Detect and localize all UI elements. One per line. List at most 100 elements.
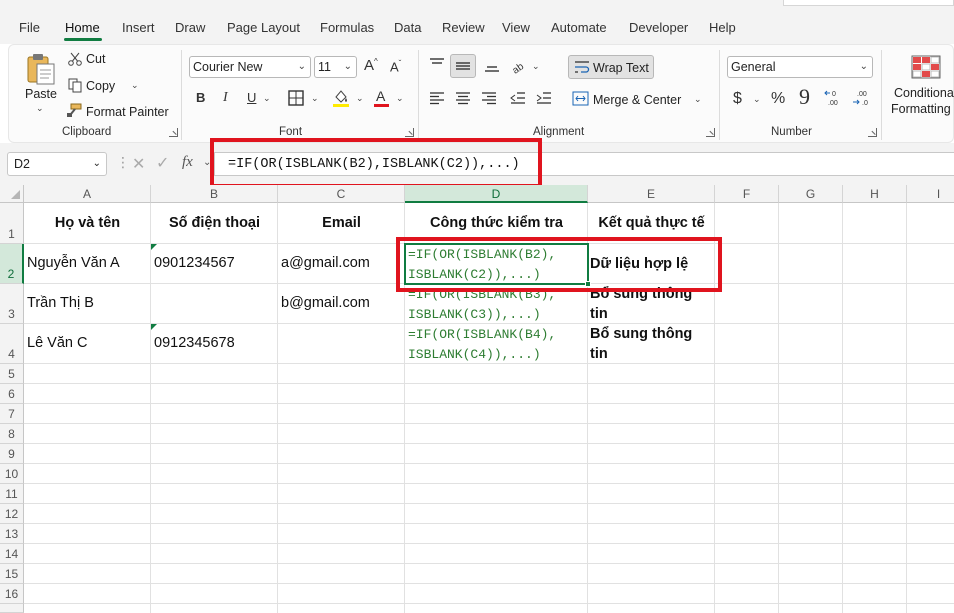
column-header-b[interactable]: B <box>151 185 278 203</box>
row-header-9[interactable]: 9 <box>0 444 24 464</box>
bold-button[interactable]: B <box>196 90 205 105</box>
cell-c3[interactable]: b@gmail.com <box>281 295 370 311</box>
row-header-5[interactable]: 5 <box>0 364 24 384</box>
column-header-e[interactable]: E <box>588 185 715 203</box>
paste-dropdown-icon[interactable]: ⌄ <box>36 103 44 114</box>
fill-color-icon[interactable] <box>332 88 350 108</box>
column-header-g[interactable]: G <box>779 185 843 203</box>
grow-font-button[interactable]: A^ <box>364 57 378 74</box>
row-header-3[interactable]: 3 <box>0 284 24 324</box>
column-header-d[interactable]: D <box>405 185 588 203</box>
font-name-select[interactable]: Courier New ⌄ <box>189 56 311 78</box>
row-header-10[interactable]: 10 <box>0 464 24 484</box>
align-right-icon[interactable] <box>481 91 497 105</box>
italic-button[interactable]: I <box>223 90 228 106</box>
copy-icon[interactable] <box>68 78 82 93</box>
menu-draw[interactable]: Draw <box>175 20 205 35</box>
row-header-2[interactable]: 2 <box>0 244 24 284</box>
copy-dropdown-icon[interactable]: ⌄ <box>131 80 139 91</box>
align-bottom-icon[interactable] <box>484 60 500 72</box>
header-cell-phone[interactable]: Số điện thoại <box>151 215 278 231</box>
increase-decimal-icon[interactable]: 0 .00 <box>824 89 846 107</box>
shrink-font-button[interactable]: Aˇ <box>390 59 401 74</box>
merge-center-button[interactable]: Merge & Center <box>593 93 681 107</box>
row-header-14[interactable]: 14 <box>0 544 24 564</box>
column-header-i[interactable]: I <box>907 185 954 203</box>
comma-style-button[interactable]: 9 <box>799 84 810 110</box>
menu-page-layout[interactable]: Page Layout <box>227 20 300 35</box>
row-header-13[interactable]: 13 <box>0 524 24 544</box>
name-box[interactable]: D2 ⌄ <box>7 152 107 176</box>
currency-button[interactable]: $ <box>733 90 742 108</box>
select-all-corner[interactable] <box>0 185 24 203</box>
menu-help[interactable]: Help <box>709 20 736 35</box>
menu-data[interactable]: Data <box>394 20 421 35</box>
font-launcher-icon[interactable] <box>405 128 414 137</box>
menu-view[interactable]: View <box>502 20 530 35</box>
menu-automate[interactable]: Automate <box>551 20 607 35</box>
font-size-select[interactable]: 11 ⌄ <box>314 56 357 78</box>
underline-dropdown-icon[interactable]: ⌄ <box>263 93 271 104</box>
header-cell-formula[interactable]: Công thức kiểm tra <box>405 215 588 231</box>
increase-indent-icon[interactable] <box>536 91 552 105</box>
cell-b2[interactable]: 0901234567 <box>154 255 235 271</box>
conditional-formatting-icon[interactable] <box>911 55 941 79</box>
cell-a4[interactable]: Lê Văn C <box>27 335 87 351</box>
conditional-formatting-button[interactable]: Conditional <box>894 86 954 100</box>
decrease-indent-icon[interactable] <box>510 91 526 105</box>
paste-icon[interactable] <box>25 52 57 86</box>
row-header-8[interactable]: 8 <box>0 424 24 444</box>
cut-icon[interactable] <box>68 52 82 66</box>
menu-insert[interactable]: Insert <box>122 20 155 35</box>
paste-button[interactable]: Paste <box>25 87 57 101</box>
cell-a2[interactable]: Nguyễn Văn A <box>27 255 120 271</box>
merge-dropdown-icon[interactable]: ⌄ <box>694 94 702 105</box>
row-header-17[interactable] <box>0 604 24 613</box>
row-header-4[interactable]: 4 <box>0 324 24 364</box>
decrease-decimal-icon[interactable]: .00 .0 <box>852 89 874 107</box>
header-cell-result[interactable]: Kết quả thực tế <box>588 215 715 231</box>
cell-d4[interactable]: =IF(OR(ISBLANK(B4), ISBLANK(C4)),...) <box>408 325 588 365</box>
column-header-f[interactable]: F <box>715 185 779 203</box>
number-launcher-icon[interactable] <box>868 128 877 137</box>
percent-button[interactable]: % <box>771 90 785 108</box>
font-color-button[interactable]: A <box>376 88 385 104</box>
cut-button[interactable]: Cut <box>86 52 105 66</box>
cancel-icon[interactable]: ✕ <box>132 154 145 174</box>
cell-b4[interactable]: 0912345678 <box>154 335 235 351</box>
row-header-7[interactable]: 7 <box>0 404 24 424</box>
cell-e4[interactable]: Bổ sung thông tin <box>590 324 714 364</box>
copy-button[interactable]: Copy <box>86 79 115 93</box>
borders-dropdown-icon[interactable]: ⌄ <box>311 93 319 104</box>
clipboard-launcher-icon[interactable] <box>169 128 178 137</box>
insert-function-icon[interactable]: fx <box>182 154 193 171</box>
orientation-dropdown-icon[interactable]: ⌄ <box>532 61 540 72</box>
row-header-1[interactable]: 1 <box>0 203 24 244</box>
header-cell-name[interactable]: Họ và tên <box>24 215 151 231</box>
fill-color-dropdown-icon[interactable]: ⌄ <box>356 93 364 104</box>
format-painter-icon[interactable] <box>66 103 82 118</box>
cell-a3[interactable]: Trần Thị B <box>27 295 94 311</box>
menu-developer[interactable]: Developer <box>629 20 688 35</box>
row-header-6[interactable]: 6 <box>0 384 24 404</box>
align-center-icon[interactable] <box>455 91 471 105</box>
menu-file[interactable]: File <box>19 20 40 35</box>
menu-review[interactable]: Review <box>442 20 485 35</box>
currency-dropdown-icon[interactable]: ⌄ <box>753 94 761 105</box>
borders-icon[interactable] <box>288 90 304 106</box>
menu-home[interactable]: Home <box>65 20 100 35</box>
format-painter-button[interactable]: Format Painter <box>86 105 169 119</box>
row-header-12[interactable]: 12 <box>0 504 24 524</box>
orientation-icon[interactable]: ab <box>510 58 528 74</box>
align-left-icon[interactable] <box>429 91 445 105</box>
font-color-dropdown-icon[interactable]: ⌄ <box>396 93 404 104</box>
align-top-icon[interactable] <box>429 58 445 70</box>
row-header-15[interactable]: 15 <box>0 564 24 584</box>
enter-icon[interactable]: ✓ <box>156 153 169 173</box>
column-header-h[interactable]: H <box>843 185 907 203</box>
number-format-select[interactable]: General ⌄ <box>727 56 873 78</box>
row-header-11[interactable]: 11 <box>0 484 24 504</box>
column-header-a[interactable]: A <box>24 185 151 203</box>
underline-button[interactable]: U <box>247 90 256 105</box>
header-cell-email[interactable]: Email <box>278 215 405 231</box>
